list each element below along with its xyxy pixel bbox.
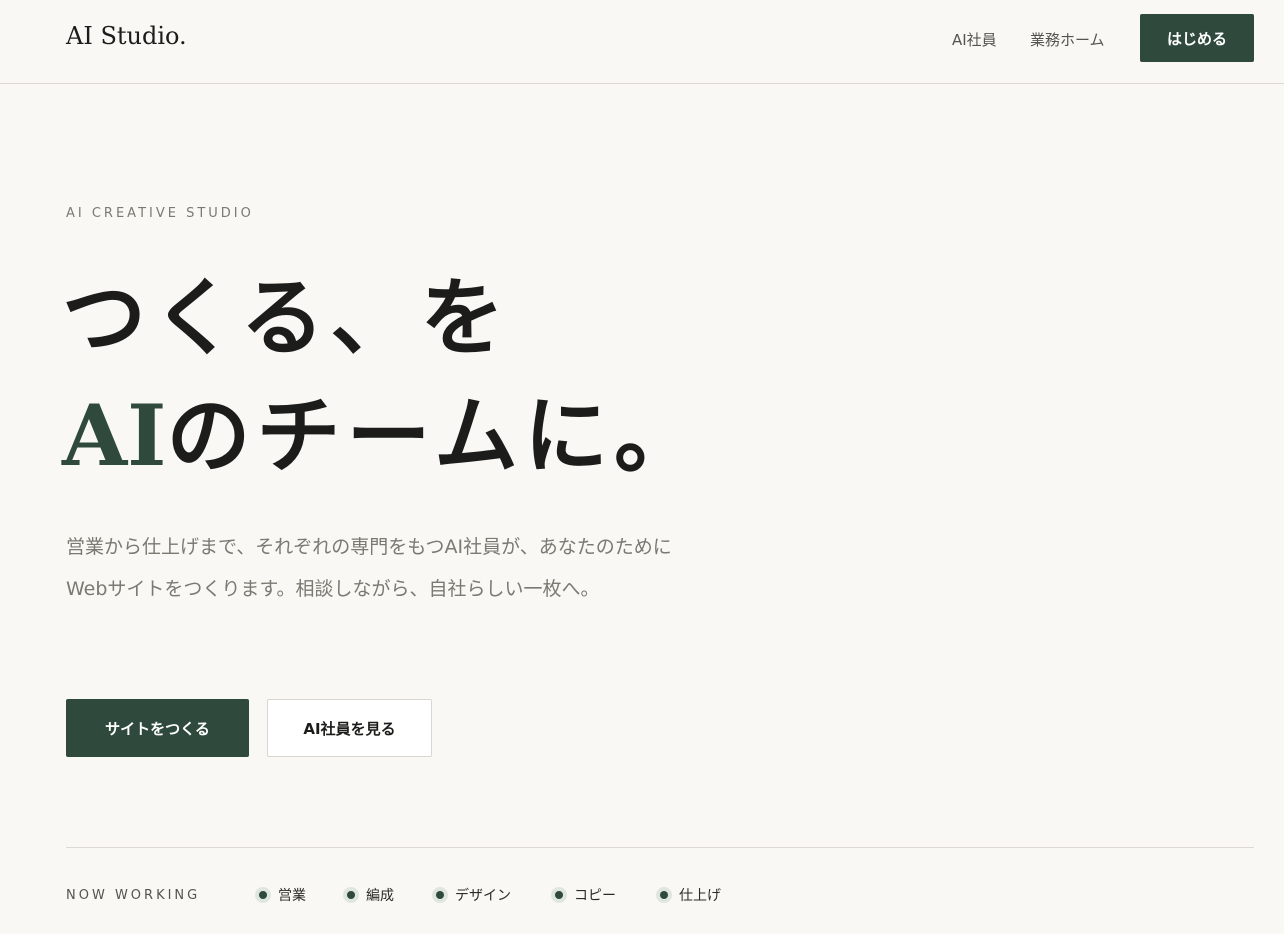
status-item-copy: コピー — [551, 885, 616, 905]
headline-line-2-rest: のチームに。 — [166, 386, 704, 485]
status-dot-icon — [432, 887, 448, 903]
status-dot-icon — [656, 887, 672, 903]
status-dot-icon — [551, 887, 567, 903]
status-item-label: 編成 — [366, 888, 394, 904]
site-logo[interactable]: AI Studio. — [66, 22, 187, 50]
site-header: AI Studio. AI社員 業務ホーム はじめる — [0, 0, 1284, 84]
start-button[interactable]: はじめる — [1140, 14, 1254, 62]
now-working-label: NOW WORKING — [66, 888, 201, 903]
nav-link-work-home[interactable]: 業務ホーム — [1030, 29, 1105, 50]
status-item-sales: 営業 — [255, 885, 306, 905]
status-item-label: 営業 — [278, 888, 306, 904]
status-dot-icon — [255, 887, 271, 903]
nav-link-ai-staff[interactable]: AI社員 — [952, 29, 997, 50]
headline-accent: AI — [62, 386, 167, 485]
headline-line-2: AIのチームに。 — [62, 386, 704, 486]
hero-eyebrow: AI CREATIVE STUDIO — [66, 206, 254, 221]
status-item-label: 仕上げ — [679, 888, 721, 904]
status-dot-icon — [343, 887, 359, 903]
hero-lead: 営業から仕上げまで、それぞれの専門をもつAI社員が、あなたのためにWebサイトを… — [66, 536, 672, 600]
create-site-button[interactable]: サイトをつくる — [66, 699, 249, 757]
headline-line-1: つくる、を — [62, 268, 511, 367]
view-ai-staff-button[interactable]: AI社員を見る — [267, 699, 432, 757]
status-item-label: デザイン — [455, 888, 511, 904]
status-item-label: コピー — [574, 888, 616, 904]
status-item-finishing: 仕上げ — [656, 885, 721, 905]
section-divider — [66, 847, 1254, 848]
status-item-design: デザイン — [432, 885, 511, 905]
status-item-editing: 編成 — [343, 885, 394, 905]
